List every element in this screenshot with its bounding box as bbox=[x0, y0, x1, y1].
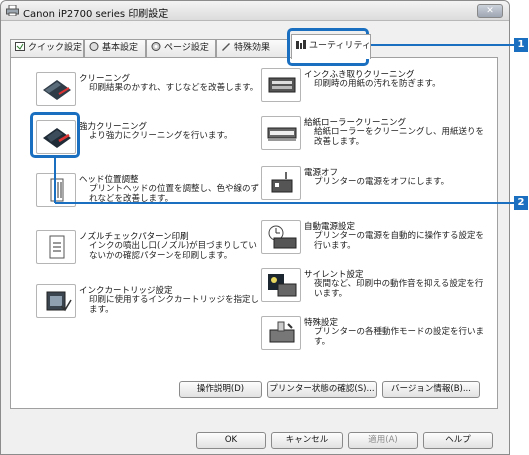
help-button[interactable]: ヘルプ bbox=[423, 432, 493, 449]
printer-status-button[interactable]: プリンター状態の確認(S)... bbox=[267, 381, 377, 398]
callout-connector-2 bbox=[54, 158, 56, 203]
tab-main[interactable]: 基本設定 bbox=[84, 39, 146, 58]
nozzle-check-button[interactable] bbox=[36, 230, 76, 264]
auto-power-desc: プリンターの電源を自動的に操作する設定を行います。 bbox=[314, 231, 485, 251]
ink-cartridge-icon bbox=[46, 291, 72, 312]
apply-button-label: 適用(A) bbox=[368, 435, 398, 445]
ink-cartridge-desc: 印刷に使用するインクカートリッジを指定します。 bbox=[89, 295, 260, 315]
callout-highlight-2 bbox=[30, 112, 80, 158]
custom-settings-button[interactable] bbox=[261, 316, 301, 350]
cleaning-desc: 印刷結果のかすれ、すじなどを改善します。 bbox=[89, 83, 259, 93]
effects-icon bbox=[222, 43, 230, 51]
tab-maintenance[interactable]: ユーティリティ bbox=[291, 34, 371, 59]
callout-line-2 bbox=[55, 202, 514, 204]
printer-status-button-label: プリンター状態の確認(S)... bbox=[269, 384, 375, 394]
power-off-desc: プリンターの電源をオフにします。 bbox=[314, 177, 450, 187]
custom-settings-desc: プリンターの各種動作モードの設定を行います。 bbox=[314, 327, 485, 347]
nozzle-check-desc: インクの噴出し口(ノズル)が目づまりしていないかの確認パターンを印刷します。 bbox=[89, 241, 257, 261]
ok-button[interactable]: OK bbox=[196, 432, 266, 449]
roller-cleaning-icon bbox=[267, 127, 297, 141]
power-off-button[interactable] bbox=[261, 166, 301, 200]
quiet-setting-button[interactable] bbox=[261, 268, 301, 302]
roller-cleaning-desc: 給紙ローラーをクリーニングし、用紙送りを改善します。 bbox=[314, 127, 485, 147]
nozzle-check-icon bbox=[49, 235, 65, 259]
quiet-setting-icon bbox=[268, 274, 297, 297]
dialog-window: Canon iP2700 series 印刷設定 ✕ クイック設定 基本設定 ペ… bbox=[0, 0, 510, 455]
apply-button[interactable]: 適用(A) bbox=[348, 432, 418, 449]
maintenance-icon bbox=[296, 40, 306, 49]
auto-power-button[interactable] bbox=[261, 220, 301, 254]
power-off-icon bbox=[271, 172, 293, 193]
deep-cleaning-desc: より強力にクリーニングを行います。 bbox=[89, 131, 233, 141]
bottom-plate-cleaning-desc: 印刷時の用紙の汚れを防ぎます。 bbox=[314, 79, 441, 89]
tab-quick-setup[interactable]: クイック設定 bbox=[10, 39, 84, 58]
cleaning-icon bbox=[43, 80, 71, 100]
close-button[interactable]: ✕ bbox=[477, 4, 503, 18]
auto-power-icon bbox=[268, 225, 297, 249]
cancel-button[interactable]: キャンセル bbox=[271, 432, 343, 449]
window-title: Canon iP2700 series 印刷設定 bbox=[23, 9, 169, 20]
tab-maintenance-label: ユーティリティ bbox=[309, 41, 371, 51]
main-icon bbox=[89, 42, 99, 51]
head-alignment-desc: プリントヘッドの位置を調整し、色や線のずれなどを改善します。 bbox=[89, 184, 260, 204]
help-button-label: ヘルプ bbox=[445, 435, 471, 445]
tab-quick-setup-label: クイック設定 bbox=[28, 43, 83, 53]
tab-main-label: 基本設定 bbox=[102, 43, 139, 53]
page-setup-icon bbox=[151, 42, 161, 51]
tab-page-setup[interactable]: ページ設定 bbox=[146, 39, 216, 58]
title-bar[interactable]: Canon iP2700 series 印刷設定 ✕ bbox=[1, 1, 509, 21]
close-icon: ✕ bbox=[486, 6, 494, 16]
version-info-button-label: バージョン情報(B)... bbox=[391, 384, 471, 394]
head-alignment-icon bbox=[50, 178, 64, 202]
cancel-button-label: キャンセル bbox=[285, 435, 329, 445]
tab-effects[interactable]: 特殊効果 bbox=[216, 39, 288, 58]
quiet-setting-desc: 夜間など、印刷中の動作音を抑える設定を行います。 bbox=[314, 279, 484, 299]
callout-line-1 bbox=[369, 44, 514, 46]
ink-cartridge-button[interactable] bbox=[36, 284, 76, 318]
manual-button[interactable]: 操作説明(D) bbox=[179, 381, 262, 398]
callout-badge-2: 2 bbox=[514, 196, 528, 210]
tab-bar: クイック設定 基本設定 ページ設定 特殊効果 ユーティリティ bbox=[10, 34, 500, 59]
manual-button-label: 操作説明(D) bbox=[196, 384, 245, 394]
bottom-plate-cleaning-button[interactable] bbox=[261, 68, 301, 102]
callout-badge-1: 1 bbox=[514, 38, 528, 52]
quick-setup-icon bbox=[15, 42, 25, 51]
tab-effects-label: 特殊効果 bbox=[234, 43, 271, 53]
custom-settings-icon bbox=[269, 321, 295, 343]
printer-app-icon bbox=[6, 5, 19, 16]
cleaning-button[interactable] bbox=[36, 72, 76, 106]
roller-cleaning-button[interactable] bbox=[261, 116, 301, 150]
maintenance-panel: クリーニング 印刷結果のかすれ、すじなどを改善します。 強力クリーニング より強… bbox=[10, 57, 498, 409]
version-info-button[interactable]: バージョン情報(B)... bbox=[382, 381, 480, 398]
tab-page-setup-label: ページ設定 bbox=[164, 43, 209, 53]
bottom-plate-cleaning-icon bbox=[268, 77, 296, 93]
ok-button-label: OK bbox=[224, 435, 238, 445]
